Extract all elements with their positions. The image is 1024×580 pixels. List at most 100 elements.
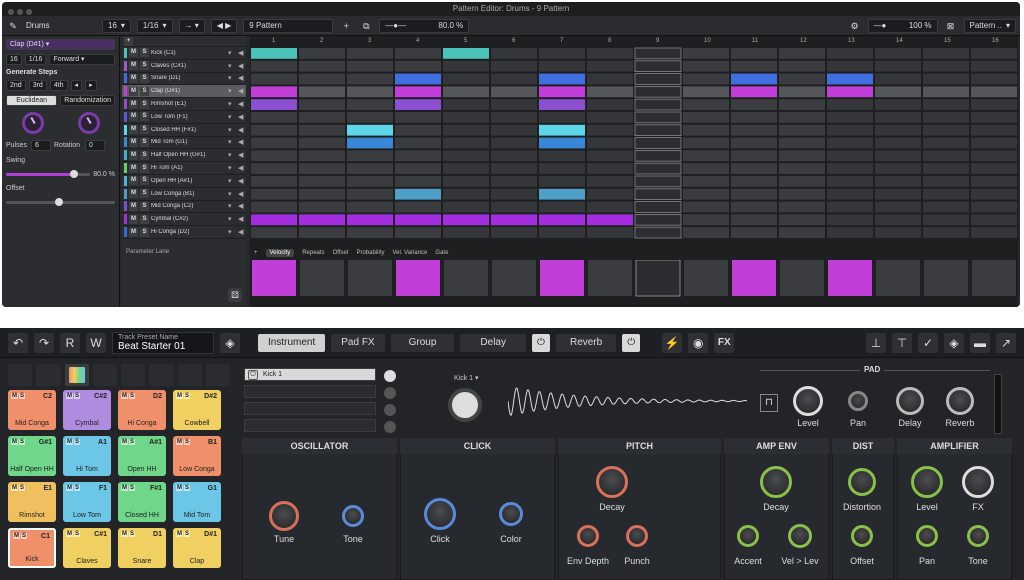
step-cell[interactable] [923, 48, 969, 59]
mute-button[interactable]: M [129, 86, 138, 96]
step-cell[interactable] [971, 201, 1017, 213]
track-menu-icon[interactable]: ▾ [228, 228, 236, 236]
step-cell[interactable] [827, 99, 873, 110]
gen-4th-button[interactable]: 4th [49, 80, 68, 91]
step-cell[interactable] [683, 99, 729, 110]
velocity-bar[interactable] [492, 260, 536, 296]
step-cell[interactable] [251, 124, 297, 136]
step-cell[interactable] [634, 175, 682, 188]
step-cell[interactable] [683, 188, 729, 200]
speaker-icon[interactable]: ◀ [238, 100, 246, 108]
step-cell[interactable] [634, 201, 682, 213]
step-cell[interactable] [347, 188, 393, 200]
pad-mute-solo[interactable]: MS [121, 531, 136, 537]
mute-button[interactable]: M [129, 189, 138, 199]
drum-pad[interactable]: MS C#2 Cymbal [63, 390, 111, 430]
step-cell[interactable] [491, 176, 537, 187]
step-cell-active[interactable] [827, 73, 873, 85]
track-menu-icon[interactable]: ▾ [228, 113, 236, 121]
pad-delay-knob[interactable] [896, 387, 924, 415]
color-knob[interactable] [499, 502, 523, 526]
step-cell[interactable] [539, 150, 585, 162]
step-cell[interactable] [923, 188, 969, 200]
step-cell[interactable] [634, 47, 682, 60]
step-cell[interactable] [971, 48, 1017, 59]
pad-level-knob[interactable] [793, 386, 823, 416]
step-cell[interactable] [634, 60, 682, 73]
direction-select[interactable]: → ▾ [178, 18, 205, 33]
pad-mute-solo[interactable]: MS [66, 485, 81, 491]
step-cell[interactable] [299, 188, 345, 200]
speaker-icon[interactable]: ◀ [238, 228, 246, 236]
step-cell[interactable] [827, 112, 873, 123]
step-cell[interactable] [491, 60, 537, 72]
step-cell[interactable] [875, 163, 921, 174]
velocity-bar-active[interactable] [828, 260, 872, 296]
drum-pad[interactable]: MS E1 Rimshot [8, 482, 56, 522]
step-cell[interactable] [971, 188, 1017, 200]
velocity-bar[interactable] [300, 260, 344, 296]
step-cell[interactable] [634, 188, 682, 201]
step-cell[interactable] [347, 48, 393, 59]
step-cell[interactable] [827, 227, 873, 238]
pad-mute-solo[interactable]: MS [66, 393, 81, 399]
step-cell[interactable] [299, 124, 345, 136]
step-cell[interactable] [539, 112, 585, 123]
step-cell[interactable] [683, 73, 729, 85]
step-cell[interactable] [443, 112, 489, 123]
step-cell[interactable] [491, 188, 537, 200]
lane-tab[interactable]: Repeats [302, 250, 324, 256]
velocity-lane[interactable] [250, 260, 1018, 300]
distortion-knob[interactable] [848, 468, 876, 496]
step-cell[interactable] [443, 163, 489, 174]
layer-3[interactable] [244, 402, 376, 415]
step-cell[interactable] [875, 188, 921, 200]
step-cell[interactable] [779, 124, 825, 136]
route-in-icon[interactable]: ⊤ [892, 332, 912, 353]
layers-icon[interactable]: ◉ [688, 332, 709, 353]
write-button[interactable]: W [86, 332, 106, 353]
speaker-icon[interactable]: ◀ [238, 74, 246, 82]
step-cell[interactable] [923, 137, 969, 149]
speaker-icon[interactable]: ◀ [238, 215, 246, 223]
pad-mute-solo[interactable]: MS [176, 393, 191, 399]
step-cell[interactable] [251, 60, 297, 72]
step-cell[interactable] [827, 201, 873, 213]
velocity-bar[interactable] [684, 260, 728, 296]
step-cell-active[interactable] [395, 214, 441, 226]
mute-button[interactable]: M [129, 112, 138, 122]
step-cell[interactable] [875, 124, 921, 136]
step-cell[interactable] [443, 137, 489, 149]
layer-1-power-icon[interactable]: ⏻ [248, 370, 258, 380]
pad-mute-solo[interactable]: MS [121, 439, 136, 445]
delay-power-icon[interactable]: ⏻ [531, 333, 550, 352]
solo-button[interactable]: S [140, 73, 149, 83]
lane-tab[interactable]: Velocity [265, 249, 295, 257]
step-cell[interactable] [299, 60, 345, 72]
tab-instrument[interactable]: Instrument [258, 333, 326, 352]
pad-bank-button[interactable] [36, 364, 61, 386]
step-cell[interactable] [731, 60, 777, 72]
add-lane-icon[interactable]: + [254, 250, 258, 256]
step-cell[interactable] [395, 227, 441, 238]
punch-knob[interactable] [626, 525, 648, 547]
track-menu-icon[interactable]: ▾ [228, 164, 236, 172]
step-cell[interactable] [779, 86, 825, 98]
layer-2[interactable] [244, 385, 376, 398]
track-row[interactable]: M S Rimshot (E1) ▾ ◀ [122, 98, 246, 111]
accent-knob[interactable] [737, 525, 759, 547]
window-controls[interactable] [8, 6, 35, 20]
track-row[interactable]: M S Clap (D#1) ▾ ◀ [122, 85, 246, 99]
track-menu-icon[interactable]: ▾ [228, 215, 236, 223]
solo-button[interactable]: S [140, 137, 149, 147]
lane-tab[interactable]: Gate [435, 250, 448, 256]
step-cell[interactable] [971, 99, 1017, 110]
pitch-decay-knob[interactable] [596, 466, 628, 498]
speaker-icon[interactable]: ◀ [238, 87, 246, 95]
step-cell[interactable] [539, 48, 585, 59]
step-cell[interactable] [395, 163, 441, 174]
mute-button[interactable]: M [129, 48, 138, 58]
step-cell[interactable] [395, 137, 441, 149]
reverb-power-icon[interactable]: ⏻ [622, 333, 641, 352]
speaker-icon[interactable]: ◀ [238, 190, 246, 198]
